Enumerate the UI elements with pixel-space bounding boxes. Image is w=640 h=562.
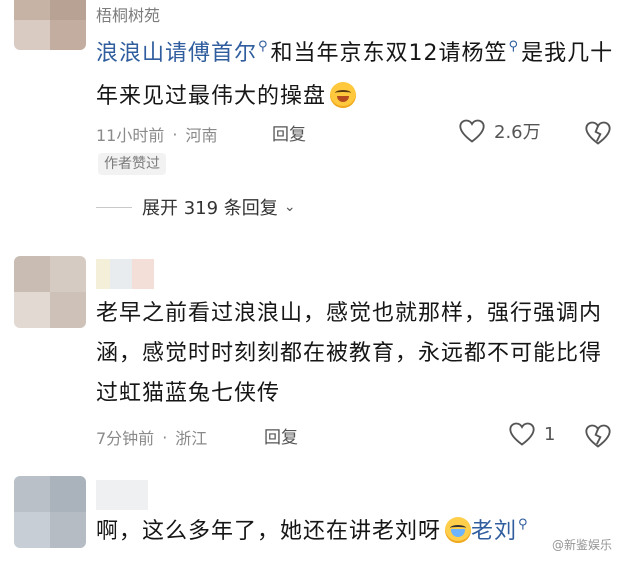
like-count: 1 [544,423,556,445]
username-blurred[interactable] [96,480,148,510]
like-count: 2.6万 [494,122,541,143]
expand-replies-button[interactable]: 展开 319 条回复 ⌄ [96,194,296,220]
avatar[interactable] [14,0,86,50]
search-icon[interactable]: ⚲ [509,39,520,54]
location: 河南 [185,126,218,145]
timestamp: 11小时前 [96,126,165,145]
divider [96,206,132,208]
timestamp: 7分钟前 [96,429,155,448]
reply-button[interactable]: 回复 [264,423,298,448]
comment-meta: 11小时前 · 河南 [96,122,217,146]
heart-icon [509,422,535,446]
comment-text-segment: 和当年京东双12请杨笠 [270,41,508,66]
like-button[interactable]: 1 [508,421,555,447]
search-icon[interactable]: ⚲ [258,39,269,54]
cry-laugh-emoji [445,517,472,543]
comment-meta: 7分钟前 · 浙江 [96,425,207,449]
heart-icon [459,119,485,143]
username-blurred[interactable] [96,259,154,289]
avatar[interactable] [14,476,86,548]
comment-text: 老早之前看过浪浪山，感觉也就那样，强行强调内涵，感觉时时刻刻都在被教育，永远都不… [96,301,603,406]
mention-link[interactable]: 浪浪山请傅首尔 [96,41,257,66]
expand-replies-label: 展开 319 条回复 [142,198,278,219]
location: 浙江 [175,429,208,448]
separator: · [172,124,178,144]
comment-text: 啊，这么多年了，她还在讲老刘呀 老刘⚲ [96,512,621,555]
mention-link[interactable]: 老刘 [471,519,517,544]
dislike-icon[interactable] [584,119,612,147]
comment-text: 浪浪山请傅首尔⚲和当年京东双12请杨笠⚲是我几十年来见过最伟大的操盘 [96,34,621,117]
chevron-down-icon: ⌄ [283,199,296,215]
avatar[interactable] [14,256,86,328]
smile-emoji [330,82,357,108]
separator: · [162,427,168,447]
author-liked-badge: 作者赞过 [98,153,166,175]
comment-text-segment: 啊，这么多年了，她还在讲老刘呀 [96,519,442,544]
username[interactable]: 梧桐树苑 [96,2,160,26]
dislike-icon[interactable] [584,422,612,450]
watermark: @新鉴娱乐 [551,538,612,552]
search-icon[interactable]: ⚲ [518,517,529,532]
reply-button[interactable]: 回复 [272,120,306,145]
like-button[interactable]: 2.6万 [458,118,541,144]
